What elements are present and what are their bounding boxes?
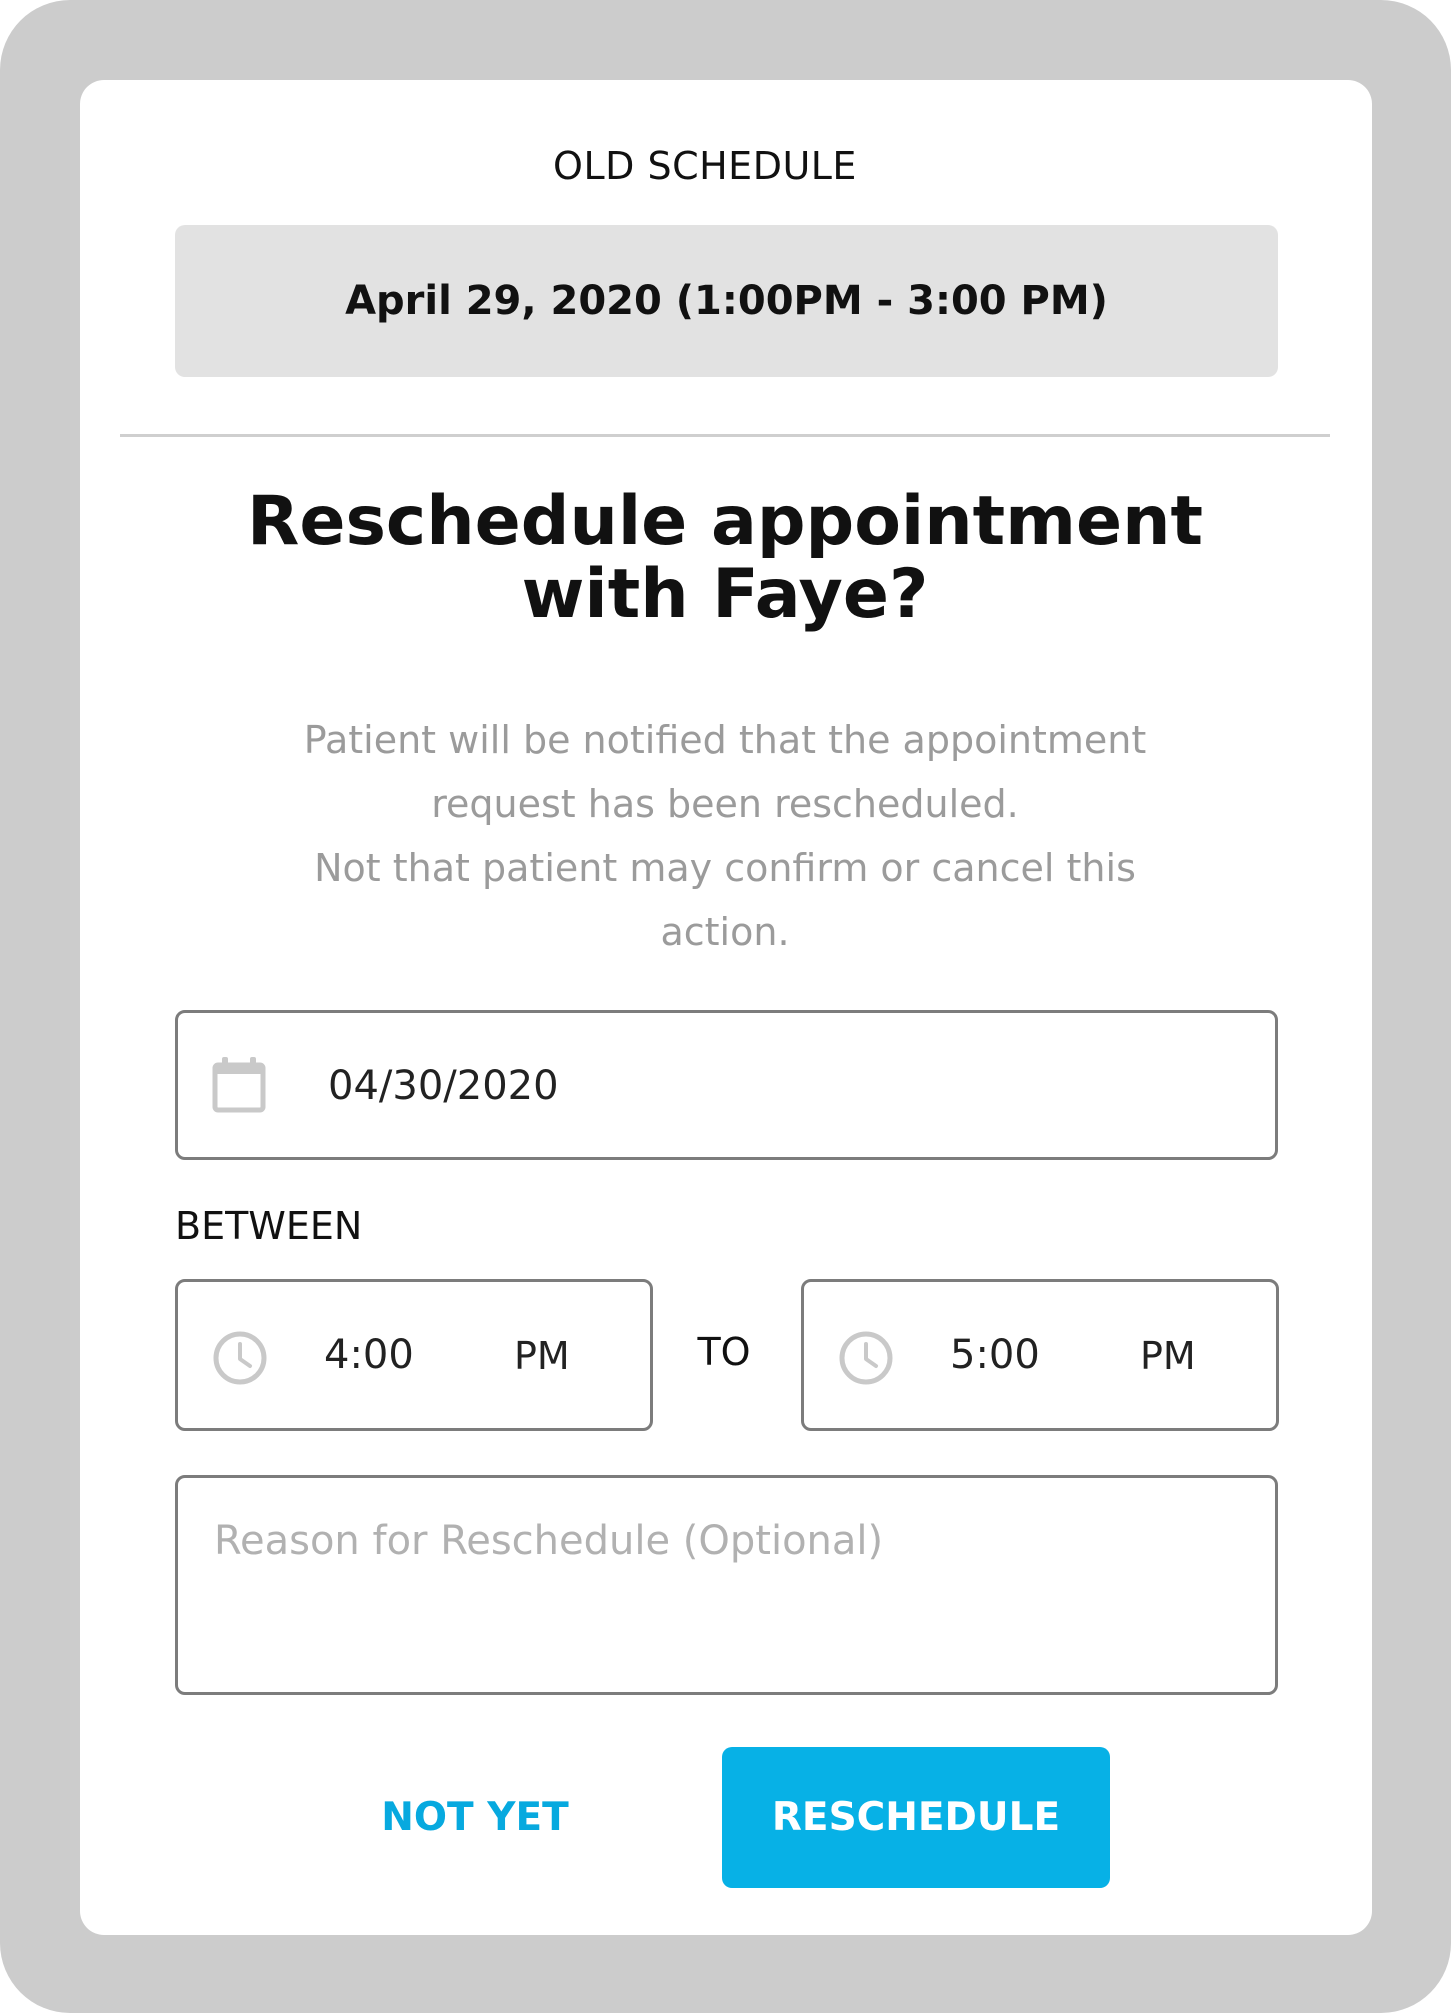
old-schedule-value: April 29, 2020 (1:00PM - 3:00 PM) (175, 225, 1278, 377)
dialog-description: Patient will be notified that the appoin… (230, 708, 1220, 964)
not-yet-button[interactable]: NOT YET (340, 1747, 610, 1888)
clock-icon (213, 1331, 267, 1385)
dialog-title: Reschedule appointment with Faye? (200, 485, 1250, 631)
description-line-3: Not that patient may confirm or cancel t… (314, 846, 1136, 890)
end-time-field[interactable]: 5:00 PM (801, 1279, 1279, 1431)
description-line-4: action. (660, 910, 790, 954)
old-schedule-text: April 29, 2020 (1:00PM - 3:00 PM) (345, 278, 1108, 324)
calendar-icon (212, 1057, 266, 1113)
section-divider (120, 434, 1330, 437)
start-time-value: 4:00 (324, 1332, 414, 1378)
date-picker-field[interactable]: 04/30/2020 (175, 1010, 1278, 1160)
description-line-2: request has been rescheduled. (431, 782, 1019, 826)
end-time-period[interactable]: PM (1140, 1334, 1196, 1378)
reschedule-button[interactable]: RESCHEDULE (722, 1747, 1110, 1888)
start-time-field[interactable]: 4:00 PM (175, 1279, 653, 1431)
start-time-period[interactable]: PM (514, 1334, 570, 1378)
between-label: BETWEEN (175, 1204, 363, 1248)
date-value: 04/30/2020 (328, 1063, 559, 1109)
dialog-title-line-1: Reschedule appointment (246, 482, 1204, 561)
to-label: TO (697, 1330, 751, 1374)
old-schedule-label: OLD SCHEDULE (553, 144, 857, 188)
description-line-1: Patient will be notified that the appoin… (303, 718, 1147, 762)
end-time-value: 5:00 (950, 1332, 1040, 1378)
reason-input[interactable] (175, 1475, 1278, 1695)
dialog-title-line-2: with Faye? (521, 555, 929, 634)
clock-icon (839, 1331, 893, 1385)
reschedule-dialog: OLD SCHEDULE April 29, 2020 (1:00PM - 3:… (80, 80, 1372, 1935)
